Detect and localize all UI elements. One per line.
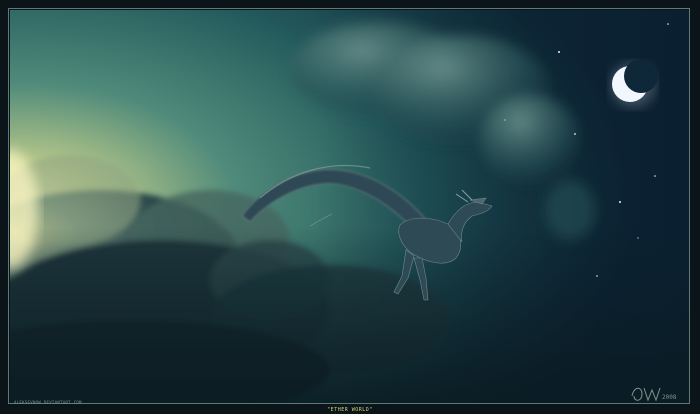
credit-text: ALEKSEVNOW.DEVIANTART.COM	[14, 400, 82, 405]
signature-year: 2008	[662, 394, 677, 401]
inner-border	[8, 8, 690, 404]
image-frame: ALEKSEVNOW.DEVIANTART.COM "ETHER WORLD" …	[0, 0, 700, 414]
artist-signature: 2008	[631, 387, 677, 402]
artwork-caption: "ETHER WORLD"	[327, 407, 373, 413]
